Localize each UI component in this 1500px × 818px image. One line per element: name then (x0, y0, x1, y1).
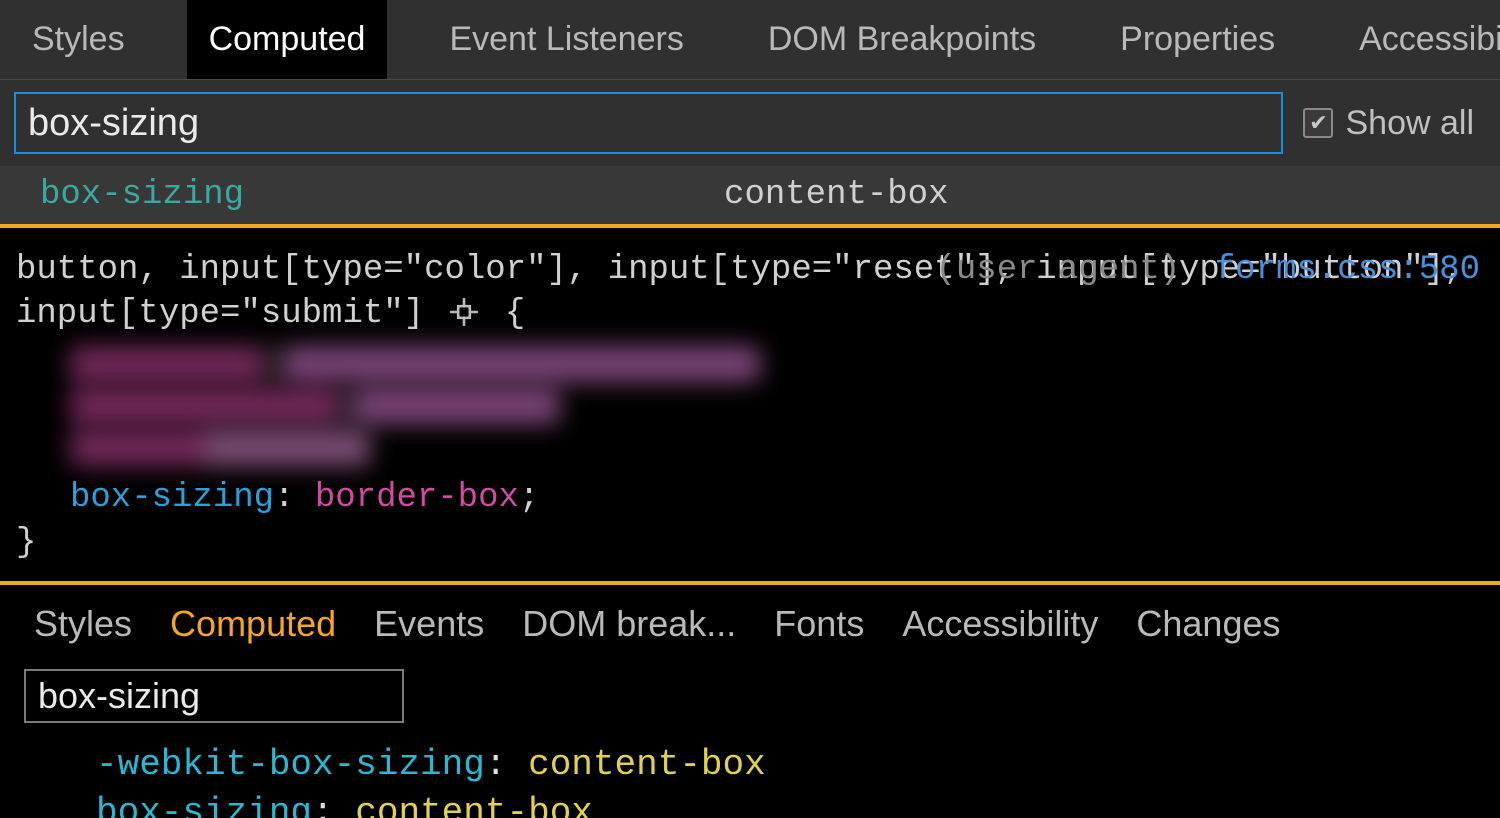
rule-source-reference[interactable]: (user agent) forms.css:580 (936, 248, 1481, 292)
bottom-filter-input[interactable] (24, 669, 404, 723)
tab-changes-b[interactable]: Changes (1136, 603, 1280, 645)
computed-filter-row: ✔ Show all (0, 80, 1500, 166)
computed-property-name: -webkit-box-sizing (96, 744, 485, 785)
show-all-label: Show all (1345, 104, 1474, 143)
top-tab-bar: Styles Computed Event Listeners DOM Brea… (0, 0, 1500, 80)
tab-event-listeners[interactable]: Event Listeners (427, 0, 705, 79)
tab-dom-break-b[interactable]: DOM break... (522, 603, 736, 645)
ua-stylesheet-rule-block: (user agent) forms.css:580 button, input… (0, 224, 1500, 585)
devtools-bottom-panel: Styles Computed Events DOM break... Font… (0, 585, 1500, 818)
computed-property-value: content-box (355, 792, 593, 818)
tab-styles-b[interactable]: Styles (34, 603, 132, 645)
rule-box-sizing[interactable]: box-sizing: border-box; (70, 476, 1484, 520)
tab-computed-b[interactable]: Computed (170, 603, 336, 645)
brace-open: { (505, 295, 525, 333)
computed-result-row[interactable]: box-sizing content-box (0, 166, 1500, 224)
rule-value: border-box (315, 479, 519, 517)
bottom-tab-bar: Styles Computed Events DOM break... Font… (0, 585, 1500, 663)
brace-close: } (16, 521, 1484, 565)
computed-result-row[interactable]: box-sizing: content-box (96, 789, 1500, 818)
show-all-toggle[interactable]: ✔ Show all (1303, 104, 1486, 143)
tab-fonts-b[interactable]: Fonts (774, 603, 864, 645)
tab-accessibility-b[interactable]: Accessibility (902, 603, 1098, 645)
devtools-top-panel: Styles Computed Event Listeners DOM Brea… (0, 0, 1500, 224)
computed-property-value: content-box (724, 176, 948, 214)
tab-accessibility[interactable]: Accessibility (1337, 0, 1500, 79)
user-agent-label: (user agent) (936, 251, 1181, 289)
computed-result-row[interactable]: -webkit-box-sizing: content-box (96, 741, 1500, 790)
rule-property: box-sizing (70, 479, 274, 517)
computed-property-value: content-box (528, 744, 766, 785)
tab-events-b[interactable]: Events (374, 603, 484, 645)
tab-properties[interactable]: Properties (1098, 0, 1297, 79)
selector-target-icon[interactable] (444, 295, 504, 333)
checkbox-icon: ✔ (1303, 108, 1333, 138)
blurred-rule-lines (70, 346, 1484, 466)
computed-filter-input[interactable] (14, 92, 1283, 154)
tab-dom-breakpoints[interactable]: DOM Breakpoints (746, 0, 1058, 79)
bottom-computed-results: -webkit-box-sizing: content-box box-sizi… (96, 741, 1500, 818)
tab-computed[interactable]: Computed (187, 0, 388, 79)
computed-property-name: box-sizing (96, 792, 312, 818)
stylesheet-link[interactable]: forms.css:580 (1215, 251, 1480, 289)
tab-styles[interactable]: Styles (10, 0, 147, 79)
computed-property-name: box-sizing (40, 176, 244, 214)
